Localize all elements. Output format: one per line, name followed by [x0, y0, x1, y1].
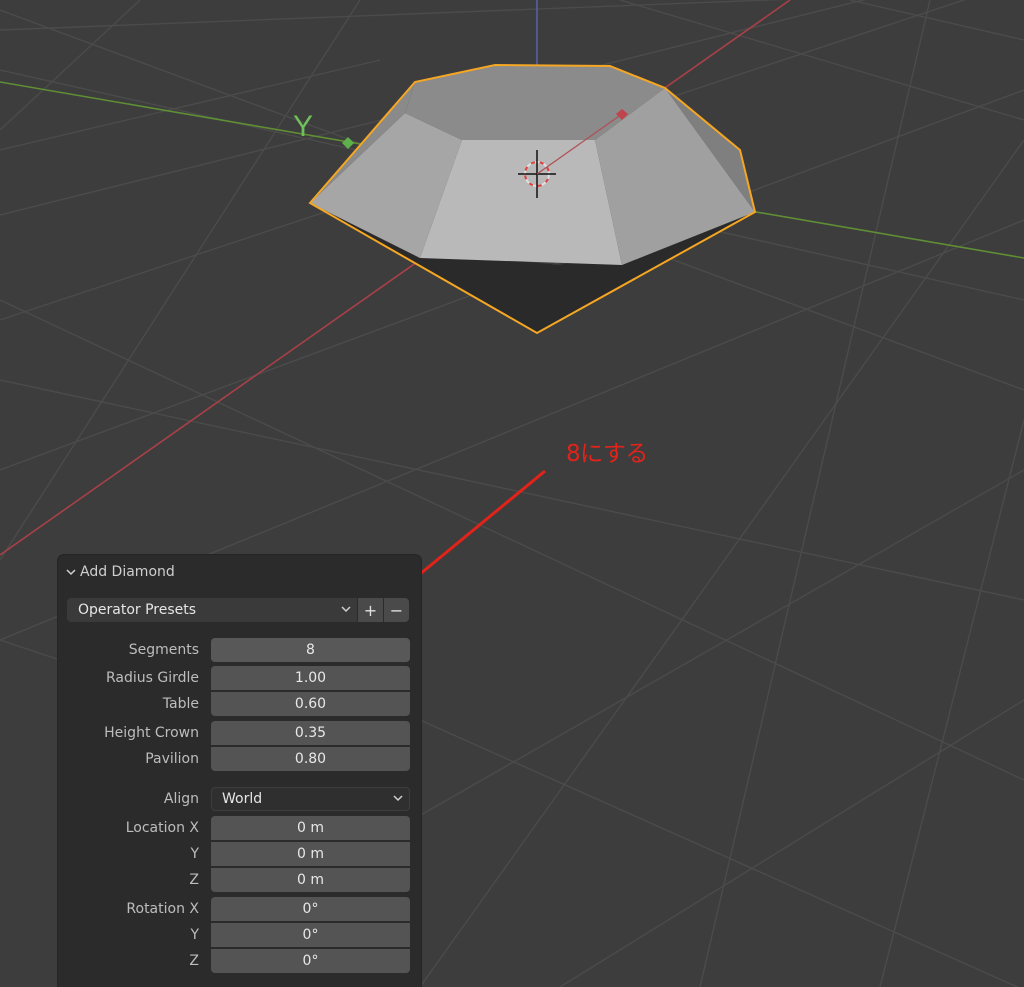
align-dropdown[interactable]: World	[211, 787, 410, 811]
align-value: World	[222, 791, 263, 807]
rotation-y-label: Y	[190, 927, 199, 943]
rotation-z-label: Z	[189, 953, 199, 969]
rotation-x-field[interactable]: 0°	[211, 897, 410, 921]
add-preset-button[interactable]: +	[358, 598, 383, 622]
location-z-label: Z	[189, 872, 199, 888]
location-x-label: Location X	[125, 820, 199, 836]
operator-presets-label: Operator Presets	[78, 602, 197, 618]
minus-icon: −	[389, 600, 404, 620]
chevron-down-icon	[66, 567, 76, 577]
location-z-field[interactable]: 0 m	[211, 868, 410, 892]
panel-header[interactable]: Add Diamond	[66, 563, 175, 581]
segments-label: Segments	[128, 642, 199, 658]
pavilion-field[interactable]: 0.80	[211, 747, 410, 771]
location-y-label: Y	[190, 846, 199, 862]
panel-title: Add Diamond	[80, 564, 175, 580]
chevron-down-icon	[393, 791, 403, 807]
location-y-field[interactable]: 0 m	[211, 842, 410, 866]
height-crown-field[interactable]: 0.35	[211, 721, 410, 745]
axis-y-label: Y	[293, 110, 314, 143]
location-x-field[interactable]: 0 m	[211, 816, 410, 840]
align-label: Align	[163, 791, 199, 807]
radius-girdle-label: Radius Girdle	[105, 670, 199, 686]
height-crown-label: Height Crown	[104, 725, 199, 741]
diamond-object[interactable]	[308, 63, 757, 335]
annotation-text: 8にする	[566, 441, 648, 467]
rotation-y-field[interactable]: 0°	[211, 923, 410, 947]
pavilion-label: Pavilion	[145, 751, 199, 767]
remove-preset-button[interactable]: −	[384, 598, 409, 622]
rotation-z-field[interactable]: 0°	[211, 949, 410, 973]
x-axis-line	[0, 0, 791, 556]
radius-girdle-field[interactable]: 1.00	[211, 666, 410, 690]
operator-presets-dropdown[interactable]: Operator Presets	[67, 598, 357, 622]
table-label: Table	[162, 696, 199, 712]
rotation-x-label: Rotation X	[126, 901, 199, 917]
plus-icon: +	[363, 600, 378, 620]
chevron-down-icon	[341, 602, 351, 618]
add-diamond-panel: Add Diamond Operator Presets + − Segment…	[58, 555, 421, 987]
segments-field[interactable]: 8	[211, 638, 410, 662]
table-field[interactable]: 0.60	[211, 692, 410, 716]
